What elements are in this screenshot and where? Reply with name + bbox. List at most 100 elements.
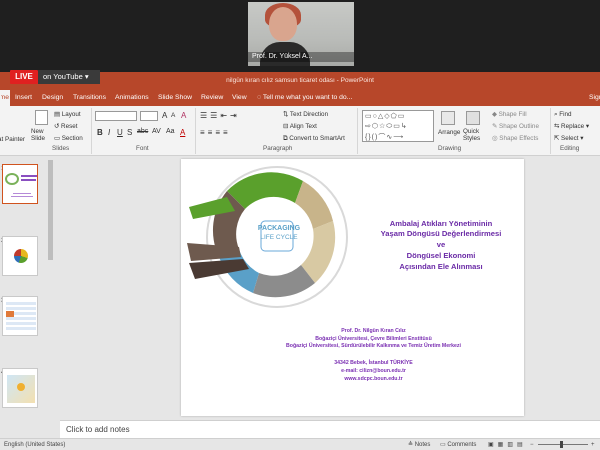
reset-button[interactable]: ↺ Reset <box>54 123 77 130</box>
email: e-mail: ciliz​n@boun.edu.tr <box>341 368 406 374</box>
address: 34342 Bebek, İstanbul TÜRKİYE <box>334 360 413 366</box>
new-slide-button[interactable]: New Slide <box>31 128 49 142</box>
quick-styles-button[interactable]: Quick Styles <box>463 128 487 142</box>
tell-me-box[interactable]: ◌ Tell me what you want to do... <box>257 90 352 106</box>
char-spacing-button[interactable]: AV <box>152 128 161 135</box>
tab-design[interactable]: Design <box>42 90 63 106</box>
bold-button[interactable]: B <box>97 128 103 137</box>
tab-home-label: Home <box>1 94 9 101</box>
chevron-down-icon: ▾ <box>84 72 89 81</box>
zoom-slider-thumb[interactable] <box>560 441 563 448</box>
strikethrough-button[interactable]: abc <box>137 128 148 135</box>
cycle-title-top: PACKAGING <box>257 225 301 232</box>
shapes-gallery[interactable]: ▭○△◇⬠▭ ⇨⬡☆⬭▭↳ {}()⌒∿⟶ <box>362 110 434 142</box>
cursor-icon: ⇱ <box>554 135 560 142</box>
tab-slide-show[interactable]: Slide Show <box>158 90 192 106</box>
slide-canvas[interactable]: PACKAGING LIFE CYCLE Ambalaj Atıkları Yö… <box>181 159 524 416</box>
arrange-button[interactable]: Arrange <box>438 129 460 136</box>
language-indicator[interactable]: English (United States) <box>4 439 65 450</box>
ribbon-tabs: Home Insert Design Transitions Animation… <box>0 90 600 106</box>
thumb-cycle-graphic <box>5 173 19 185</box>
list-buttons-icon[interactable]: ☰☰⇤⇥ <box>200 111 240 120</box>
convert-smartart-label: Convert to SmartArt <box>289 135 345 142</box>
stream-target-dropdown[interactable]: on YouTube ▾ <box>38 70 100 84</box>
change-case-button[interactable]: Aa <box>166 128 175 135</box>
comments-toggle[interactable]: ▭ Comments <box>440 439 476 450</box>
thumbnails-scrollbar[interactable] <box>48 160 53 260</box>
notes-toggle[interactable]: ≜ Notes <box>408 439 430 450</box>
thumb-title-line <box>21 179 36 181</box>
font-size-grow-icon[interactable]: A <box>162 111 167 120</box>
group-slides-label: Slides <box>52 145 70 152</box>
shape-outline-label: Shape Outline <box>499 123 539 130</box>
group-font-label: Font <box>136 145 149 152</box>
arrange-icon[interactable] <box>441 111 455 125</box>
convert-smartart-button[interactable]: ⧉ Convert to SmartArt <box>283 135 345 143</box>
quick-styles-icon[interactable] <box>466 111 480 125</box>
shadow-button[interactable]: S <box>127 128 132 137</box>
tell-me-text: Tell me what you want to do... <box>262 94 353 101</box>
comment-icon: ▭ <box>440 442 446 448</box>
group-paragraph-label: Paragraph <box>263 145 293 152</box>
tab-animations[interactable]: Animations <box>115 90 149 106</box>
chevron-down-icon: ▾ <box>580 135 584 142</box>
tab-home[interactable]: Home <box>0 90 10 106</box>
thumb-table-graphic <box>6 302 36 332</box>
slide-thumbnail-4[interactable] <box>2 368 38 408</box>
text-direction-button[interactable]: ⇅ Text Direction <box>283 111 328 118</box>
tab-insert[interactable]: Insert <box>15 90 32 106</box>
font-size-shrink-icon[interactable]: A <box>171 112 175 119</box>
shape-outline-button[interactable]: ✎ Shape Outline <box>492 123 539 130</box>
clear-formatting-icon[interactable]: A <box>181 111 186 120</box>
align-buttons-icon[interactable]: ≡≡≡≡ <box>200 128 231 137</box>
slide-title-line-5: Açısından Ele Alınması <box>399 262 483 271</box>
shape-effects-label: Shape Effects <box>499 135 539 142</box>
replace-button[interactable]: ⇆ Replace ▾ <box>554 123 589 130</box>
ribbon-divider <box>357 108 358 154</box>
zoom-out-button[interactable]: − <box>530 439 534 450</box>
section-label: Section <box>61 135 83 142</box>
stream-target-label: on YouTube <box>43 72 83 81</box>
format-painter-button[interactable]: Format Painter <box>0 136 25 145</box>
slide-thumbnail-1[interactable] <box>2 164 38 204</box>
align-text-button[interactable]: ⊟ Align Text <box>283 123 317 130</box>
slide-thumbnails-pane[interactable]: 1 2 3 4 <box>0 156 52 438</box>
view-buttons[interactable]: ▣▦▥▤ <box>488 439 527 450</box>
font-name-select[interactable] <box>95 111 137 121</box>
zoom-slider[interactable] <box>538 444 588 445</box>
shape-fill-button[interactable]: ◆ Shape Fill <box>492 111 527 118</box>
shape-effects-button[interactable]: ◎ Shape Effects <box>492 135 538 142</box>
slide-title-line-4: Döngüsel Ekonomi <box>406 251 476 260</box>
group-editing-label: Editing <box>560 145 580 152</box>
select-button[interactable]: ⇱ Select ▾ <box>554 135 583 142</box>
sign-in-link[interactable]: Sign in <box>589 90 600 106</box>
presenter-webcam[interactable]: Prof. Dr. Yüksel A... <box>248 2 354 66</box>
slide-thumbnail-2[interactable] <box>2 236 38 276</box>
tab-view[interactable]: View <box>232 90 247 106</box>
font-color-button[interactable]: A <box>180 128 185 137</box>
font-size-select[interactable] <box>140 111 158 121</box>
align-text-icon: ⊟ <box>283 123 289 130</box>
shapes-icon: ⇨⬡☆⬭▭↳ <box>365 123 408 130</box>
thumb-pie-graphic <box>14 249 28 263</box>
italic-button[interactable]: I <box>108 128 110 137</box>
slide-title-line-1: Ambalaj Atıkları Yönetiminin <box>389 219 493 228</box>
align-text-label: Align Text <box>289 123 317 130</box>
thumb-title-line <box>21 175 37 177</box>
zoom-in-button[interactable]: + <box>591 439 595 450</box>
slide-thumbnail-3[interactable] <box>2 296 38 336</box>
layout-label: Layout <box>61 111 81 118</box>
tab-transitions[interactable]: Transitions <box>73 90 106 106</box>
notes-toggle-label: Notes <box>414 442 431 448</box>
ribbon-divider <box>195 108 196 154</box>
layout-button[interactable]: ▤ Layout <box>54 111 81 118</box>
section-button[interactable]: ▭ Section <box>54 135 83 142</box>
effects-icon: ◎ <box>492 135 498 142</box>
new-slide-icon[interactable] <box>35 110 48 125</box>
find-button[interactable]: ⌕ Find <box>554 111 572 119</box>
notes-pane[interactable]: Click to add notes <box>60 420 600 438</box>
tab-review[interactable]: Review <box>201 90 223 106</box>
underline-button[interactable]: U <box>117 128 123 137</box>
live-badge[interactable]: LIVE <box>10 70 38 84</box>
paint-bucket-icon: ◆ <box>492 111 497 118</box>
